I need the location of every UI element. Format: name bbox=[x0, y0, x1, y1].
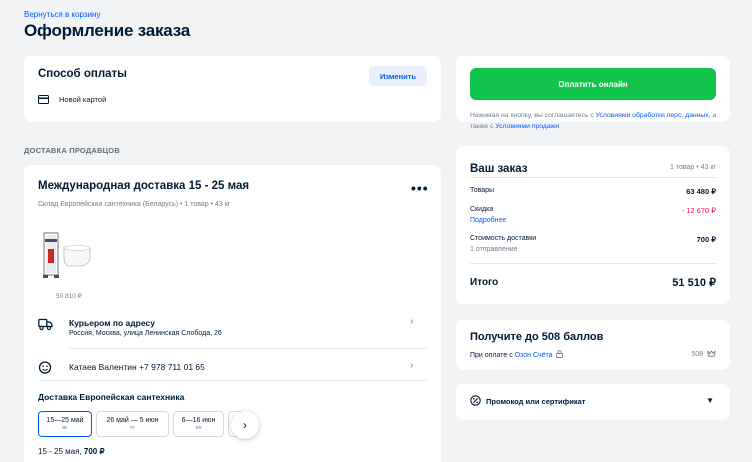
shipping-label: Стоимость доставки bbox=[470, 235, 537, 242]
total-label: Итого bbox=[470, 277, 499, 288]
slot-weekday: пн bbox=[195, 425, 202, 431]
ozon-account-link[interactable]: Озон Счёта bbox=[515, 352, 553, 359]
slot-date: 15—25 май bbox=[46, 417, 84, 424]
product-price: 50 810 ₽ bbox=[56, 293, 82, 300]
product-image[interactable] bbox=[42, 231, 106, 281]
promo-percent-icon bbox=[470, 395, 481, 406]
discount-value: - 12 670 ₽ bbox=[681, 206, 716, 215]
divider bbox=[470, 177, 716, 178]
change-payment-button[interactable]: Изменить bbox=[369, 66, 427, 86]
slots-next-button[interactable]: › bbox=[231, 411, 259, 439]
divider bbox=[470, 263, 716, 264]
goods-value: 63 480 ₽ bbox=[686, 187, 716, 196]
order-summary-title: Ваш заказ bbox=[470, 163, 528, 175]
goods-label: Товары bbox=[470, 187, 495, 194]
slot-weekday: чт bbox=[129, 425, 136, 431]
recipient-info[interactable]: Катаев Валентин +7 978 711 01 65 bbox=[69, 362, 205, 372]
shipping-value: 700 ₽ bbox=[696, 235, 716, 244]
crown-icon bbox=[707, 350, 716, 357]
slot-weekday: вс bbox=[62, 425, 68, 431]
courier-delivery-title[interactable]: Курьером по адресу bbox=[69, 318, 155, 328]
order-meta: 1 товар • 43 кг bbox=[670, 164, 716, 171]
checkout-action-card: Оплатить онлайн Нажимая на кнопку, вы со… bbox=[456, 56, 730, 130]
promo-label: Промокод или сертификат bbox=[486, 397, 586, 406]
discount-label: Скидка bbox=[470, 206, 494, 213]
payment-method-value: Новой картой bbox=[59, 95, 107, 104]
promo-code-toggle[interactable]: Промокод или сертификат ▼ bbox=[456, 384, 730, 420]
delivery-card: Международная доставка 15 - 25 мая ••• С… bbox=[24, 165, 441, 462]
divider bbox=[38, 380, 427, 381]
slot-date: 26 май — 5 июн bbox=[106, 417, 159, 424]
back-to-cart-link[interactable]: Вернуться в корзину bbox=[24, 10, 100, 19]
page-title: Оформление заказа bbox=[24, 21, 191, 40]
discount-details-link[interactable]: Подробнее bbox=[470, 217, 506, 224]
total-value: 51 510 ₽ bbox=[672, 277, 716, 289]
chevron-right-icon[interactable]: › bbox=[410, 360, 413, 371]
chevron-right-icon: › bbox=[243, 418, 247, 432]
order-summary-card: Ваш заказ 1 товар • 43 кг Товары 63 480 … bbox=[456, 146, 730, 304]
divider bbox=[69, 348, 427, 349]
payment-method-title: Способ оплаты bbox=[38, 68, 127, 80]
shipping-count: 1 отправление bbox=[470, 246, 518, 253]
agreement-text: Нажимая на кнопку, вы соглашаетесь с Усл… bbox=[470, 112, 717, 130]
delivery-subtitle: Склад Европейская сантехника (Беларусь) … bbox=[38, 201, 231, 208]
points-subtitle: При оплате с Озон Счёта bbox=[470, 350, 564, 359]
delivery-group-title: Доставка Европейская сантехника bbox=[38, 392, 185, 402]
selected-slot-summary: 15 - 25 мая, 700 ₽ bbox=[38, 447, 105, 456]
sellers-delivery-heading: ДОСТАВКА ПРОДАВЦОВ bbox=[24, 146, 120, 155]
payment-method-card: Способ оплаты Изменить Новой картой bbox=[24, 56, 441, 122]
truck-icon bbox=[38, 318, 53, 331]
lock-icon bbox=[556, 350, 564, 358]
delivery-slot[interactable]: 26 май — 5 июн чт bbox=[96, 411, 169, 437]
slot-date: 6—16 июн bbox=[181, 417, 216, 424]
delivery-slot[interactable]: 6—16 июн пн bbox=[173, 411, 224, 437]
points-title: Получите до 508 баллов bbox=[470, 331, 604, 343]
points-card: Получите до 508 баллов При оплате с Озон… bbox=[456, 320, 730, 370]
delivery-title: Международная доставка 15 - 25 мая bbox=[38, 180, 250, 192]
sale-terms-link[interactable]: Условиями продажи bbox=[495, 123, 559, 130]
pay-online-button[interactable]: Оплатить онлайн bbox=[470, 68, 716, 100]
delivery-slot[interactable]: 15—25 май вс bbox=[38, 411, 92, 437]
caret-down-icon: ▼ bbox=[706, 396, 714, 405]
credit-card-icon bbox=[38, 95, 49, 104]
data-processing-link[interactable]: Условиями обработки перс. данных bbox=[596, 112, 709, 119]
courier-address: Россия, Москва, улица Ленинская Слобода,… bbox=[69, 330, 222, 337]
chevron-right-icon[interactable]: › bbox=[410, 316, 413, 327]
more-options-icon[interactable]: ••• bbox=[411, 180, 429, 196]
smiley-icon bbox=[38, 361, 52, 374]
points-value: 508 bbox=[691, 350, 716, 358]
